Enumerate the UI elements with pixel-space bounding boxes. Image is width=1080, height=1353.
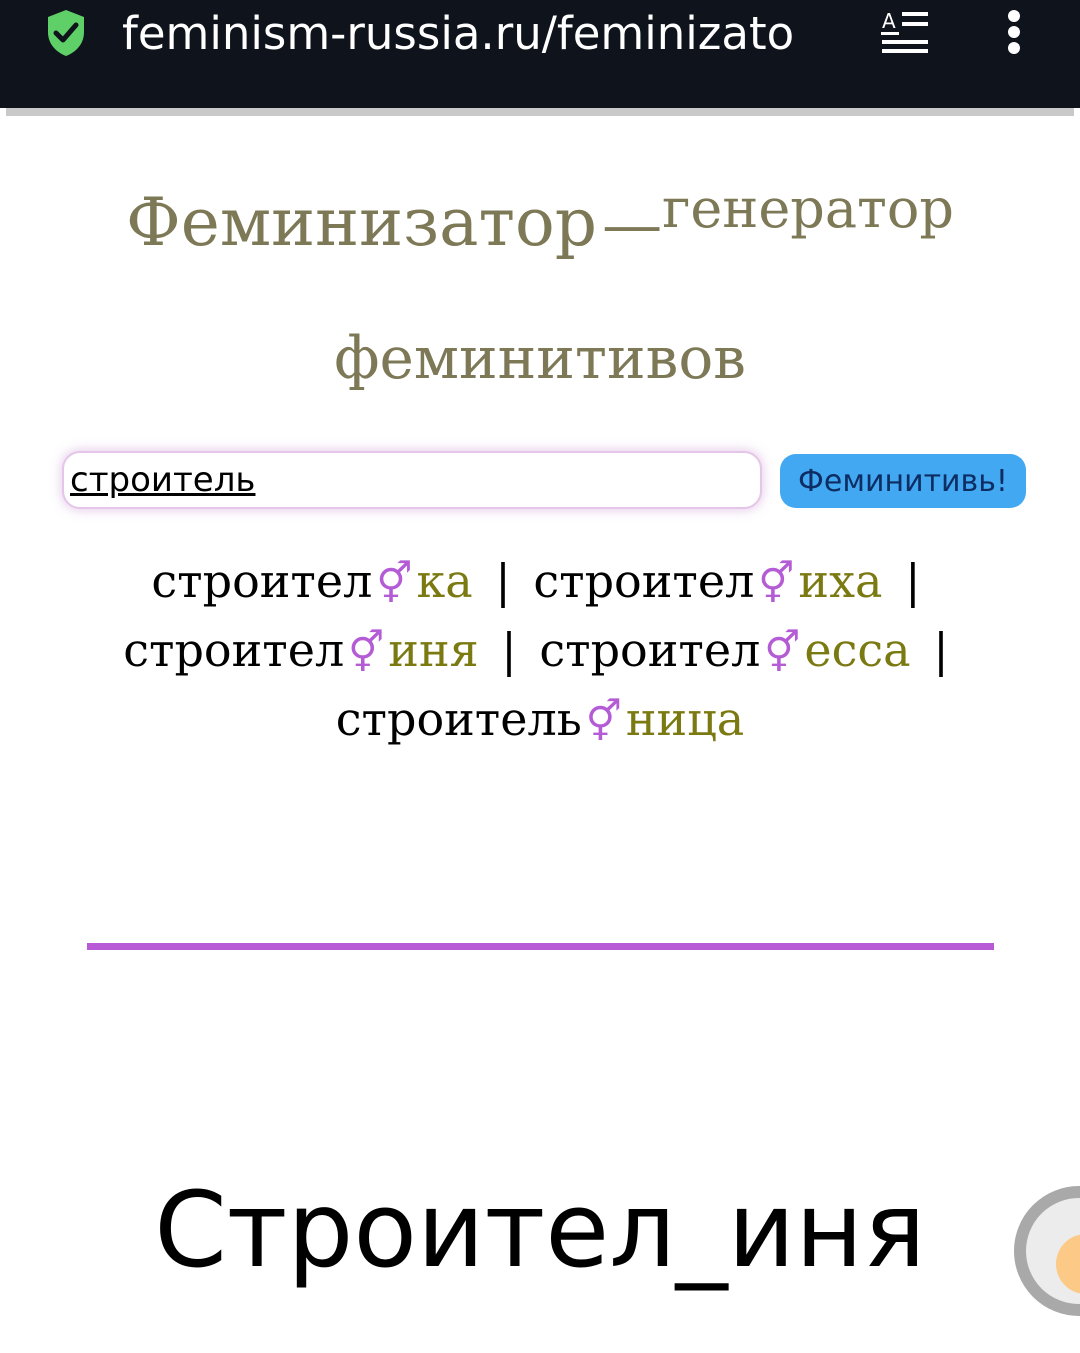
results-list: строител ⚥ка | строител ⚥иха | строител ⚥ин…: [90, 548, 990, 755]
result-stem: строител: [533, 554, 755, 608]
page-title-line-2: феминитивов: [334, 324, 746, 392]
result-suffix: иня: [388, 623, 479, 677]
page-title-line-1: Феминизатор —генератор: [0, 168, 1080, 278]
section-divider: [87, 943, 994, 950]
title-dash: —: [602, 190, 663, 260]
floating-action-button[interactable]: ↑: [1014, 1186, 1080, 1316]
result-separator: |: [905, 554, 921, 608]
result-stem: строител: [151, 554, 373, 608]
result-stem: строитель: [335, 692, 582, 746]
scroll-up-icon: ↑: [1056, 1234, 1080, 1294]
result-variant: строител ⚥ка: [151, 554, 472, 608]
gender-symbol-icon: ⚥: [376, 561, 413, 607]
more-vertical-icon[interactable]: [1004, 8, 1024, 56]
result-suffix: ка: [416, 554, 473, 608]
feminize-button[interactable]: Феминитивь!: [780, 454, 1026, 508]
result-variant: строител ⚥есса: [539, 623, 910, 677]
result-variant: строител ⚥иня: [123, 623, 478, 677]
result-suffix: есса: [804, 623, 911, 677]
result-variant: строитель ⚥ница: [336, 692, 744, 746]
result-suffix: иха: [798, 554, 883, 608]
result-separator: |: [495, 554, 511, 608]
gender-symbol-icon: ⚥: [585, 699, 622, 745]
address-bar-shadow: [6, 108, 1074, 116]
result-separator: |: [501, 623, 517, 677]
reader-mode-icon[interactable]: A: [880, 8, 930, 54]
url-text[interactable]: feminism-russia.ru/feminizato: [122, 4, 852, 64]
browser-address-bar: feminism-russia.ru/feminizato A: [0, 0, 1080, 108]
title-main: Феминизатор: [125, 184, 597, 261]
result-variant: строител ⚥иха: [533, 554, 882, 608]
fab-ring: ↑: [1014, 1186, 1080, 1316]
featured-result: Строител_иня: [154, 1169, 926, 1291]
result-separator: |: [933, 623, 949, 677]
result-suffix: ница: [625, 692, 745, 746]
gender-symbol-icon: ⚥: [764, 630, 801, 676]
result-stem: строител: [539, 623, 761, 677]
gender-symbol-icon: ⚥: [758, 561, 795, 607]
svg-text:A: A: [882, 9, 896, 33]
word-input[interactable]: [62, 451, 762, 509]
gender-symbol-icon: ⚥: [348, 630, 385, 676]
result-stem: строител: [123, 623, 345, 677]
shield-check-icon[interactable]: [44, 8, 88, 58]
title-superscript: генератор: [662, 177, 954, 240]
